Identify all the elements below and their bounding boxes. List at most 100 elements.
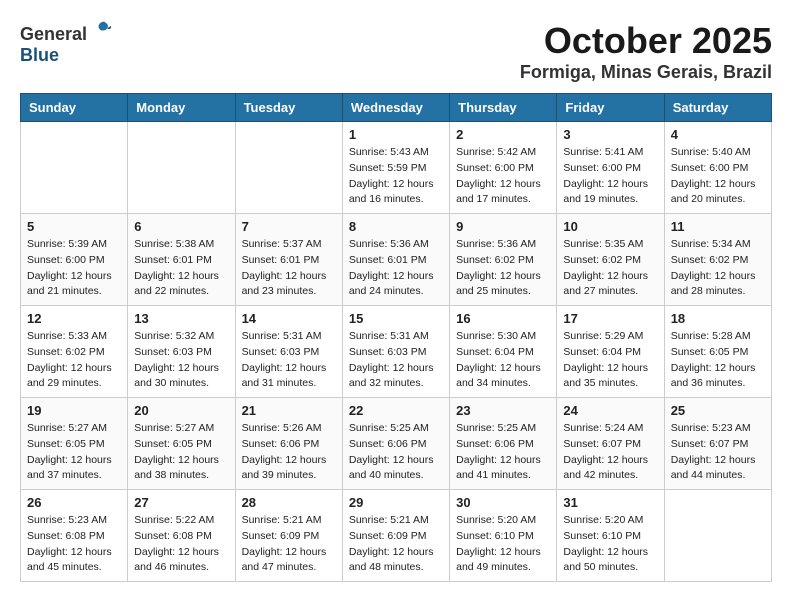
- calendar-cell: [235, 122, 342, 214]
- day-info: Sunrise: 5:27 AMSunset: 6:05 PMDaylight:…: [134, 421, 228, 484]
- day-info: Sunrise: 5:31 AMSunset: 6:03 PMDaylight:…: [242, 329, 336, 392]
- calendar-cell: 2Sunrise: 5:42 AMSunset: 6:00 PMDaylight…: [450, 122, 557, 214]
- calendar-cell: 12 Sunrise: 5:33 AMSunset: 6:02 PMDayligh…: [21, 306, 128, 398]
- day-info: Sunrise: 5:32 AMSunset: 6:03 PMDaylight:…: [134, 329, 228, 392]
- day-number: 6: [134, 219, 228, 234]
- day-number: 24: [563, 403, 657, 418]
- day-number: 27: [134, 495, 228, 510]
- calendar-cell: 7Sunrise: 5:37 AMSunset: 6:01 PMDaylight…: [235, 214, 342, 306]
- calendar-cell: [21, 122, 128, 214]
- calendar-cell: 9 Sunrise: 5:36 AMSunset: 6:02 PMDaylight…: [450, 214, 557, 306]
- calendar-cell: 1 Sunrise: 5:43 AMSunset: 5:59 PMDaylight…: [342, 122, 449, 214]
- day-number: 8: [349, 219, 443, 234]
- day-info: Sunrise: 5:20 AMSunset: 6:10 PMDaylight:…: [563, 513, 657, 576]
- header: General Blue October 2025 Formiga, Minas…: [20, 20, 772, 83]
- week-row-3: 12 Sunrise: 5:33 AMSunset: 6:02 PMDayligh…: [21, 306, 772, 398]
- weekday-header-friday: Friday: [557, 94, 664, 122]
- logo-bird-icon: [94, 20, 114, 40]
- day-info: Sunrise: 5:43 AMSunset: 5:59 PMDaylight:…: [349, 145, 443, 208]
- weekday-header-row: SundayMondayTuesdayWednesdayThursdayFrid…: [21, 94, 772, 122]
- weekday-header-wednesday: Wednesday: [342, 94, 449, 122]
- logo: General Blue: [20, 20, 114, 66]
- day-info: Sunrise: 5:21 AMSunset: 6:09 PMDaylight:…: [349, 513, 443, 576]
- day-info: Sunrise: 5:26 AMSunset: 6:06 PMDaylight:…: [242, 421, 336, 484]
- calendar-cell: 19Sunrise: 5:27 AMSunset: 6:05 PMDayligh…: [21, 398, 128, 490]
- weekday-header-saturday: Saturday: [664, 94, 771, 122]
- calendar-cell: 21 Sunrise: 5:26 AMSunset: 6:06 PMDayligh…: [235, 398, 342, 490]
- calendar-cell: 4Sunrise: 5:40 AMSunset: 6:00 PMDaylight…: [664, 122, 771, 214]
- month-title: October 2025: [520, 20, 772, 62]
- calendar-cell: 18 Sunrise: 5:28 AMSunset: 6:05 PMDayligh…: [664, 306, 771, 398]
- day-number: 5: [27, 219, 121, 234]
- day-info: Sunrise: 5:27 AMSunset: 6:05 PMDaylight:…: [27, 421, 121, 484]
- day-number: 11: [671, 219, 765, 234]
- day-info: Sunrise: 5:25 AMSunset: 6:06 PMDaylight:…: [349, 421, 443, 484]
- day-info: Sunrise: 5:39 AMSunset: 6:00 PMDaylight:…: [27, 237, 121, 300]
- calendar-cell: [128, 122, 235, 214]
- day-info: Sunrise: 5:24 AMSunset: 6:07 PMDaylight:…: [563, 421, 657, 484]
- day-number: 20: [134, 403, 228, 418]
- day-number: 10: [563, 219, 657, 234]
- day-info: Sunrise: 5:22 AMSunset: 6:08 PMDaylight:…: [134, 513, 228, 576]
- day-info: Sunrise: 5:29 AMSunset: 6:04 PMDaylight:…: [563, 329, 657, 392]
- week-row-1: 1 Sunrise: 5:43 AMSunset: 5:59 PMDaylight…: [21, 122, 772, 214]
- day-info: Sunrise: 5:21 AMSunset: 6:09 PMDaylight:…: [242, 513, 336, 576]
- day-number: 14: [242, 311, 336, 326]
- calendar-cell: 30 Sunrise: 5:20 AMSunset: 6:10 PMDayligh…: [450, 490, 557, 582]
- day-number: 13: [134, 311, 228, 326]
- day-info: Sunrise: 5:34 AMSunset: 6:02 PMDaylight:…: [671, 237, 765, 300]
- day-number: 26: [27, 495, 121, 510]
- day-info: Sunrise: 5:33 AMSunset: 6:02 PMDaylight:…: [27, 329, 121, 392]
- day-info: Sunrise: 5:30 AMSunset: 6:04 PMDaylight:…: [456, 329, 550, 392]
- day-number: 15: [349, 311, 443, 326]
- calendar-cell: 10 Sunrise: 5:35 AMSunset: 6:02 PMDayligh…: [557, 214, 664, 306]
- calendar-table: SundayMondayTuesdayWednesdayThursdayFrid…: [20, 93, 772, 582]
- calendar-cell: 23 Sunrise: 5:25 AMSunset: 6:06 PMDayligh…: [450, 398, 557, 490]
- day-number: 12: [27, 311, 121, 326]
- day-info: Sunrise: 5:25 AMSunset: 6:06 PMDaylight:…: [456, 421, 550, 484]
- day-number: 25: [671, 403, 765, 418]
- location-title: Formiga, Minas Gerais, Brazil: [520, 62, 772, 83]
- calendar-cell: 15 Sunrise: 5:31 AMSunset: 6:03 PMDayligh…: [342, 306, 449, 398]
- day-number: 28: [242, 495, 336, 510]
- day-info: Sunrise: 5:42 AMSunset: 6:00 PMDaylight:…: [456, 145, 550, 208]
- day-info: Sunrise: 5:36 AMSunset: 6:02 PMDaylight:…: [456, 237, 550, 300]
- calendar-cell: 20 Sunrise: 5:27 AMSunset: 6:05 PMDayligh…: [128, 398, 235, 490]
- day-info: Sunrise: 5:38 AMSunset: 6:01 PMDaylight:…: [134, 237, 228, 300]
- day-info: Sunrise: 5:35 AMSunset: 6:02 PMDaylight:…: [563, 237, 657, 300]
- calendar-cell: 13 Sunrise: 5:32 AMSunset: 6:03 PMDayligh…: [128, 306, 235, 398]
- calendar-cell: 6 Sunrise: 5:38 AMSunset: 6:01 PMDaylight…: [128, 214, 235, 306]
- day-info: Sunrise: 5:28 AMSunset: 6:05 PMDaylight:…: [671, 329, 765, 392]
- day-info: Sunrise: 5:20 AMSunset: 6:10 PMDaylight:…: [456, 513, 550, 576]
- day-number: 18: [671, 311, 765, 326]
- weekday-header-monday: Monday: [128, 94, 235, 122]
- day-number: 16: [456, 311, 550, 326]
- day-info: Sunrise: 5:23 AMSunset: 6:07 PMDaylight:…: [671, 421, 765, 484]
- day-number: 21: [242, 403, 336, 418]
- logo-blue: Blue: [20, 45, 59, 65]
- day-number: 3: [563, 127, 657, 142]
- week-row-2: 5 Sunrise: 5:39 AMSunset: 6:00 PMDaylight…: [21, 214, 772, 306]
- day-info: Sunrise: 5:31 AMSunset: 6:03 PMDaylight:…: [349, 329, 443, 392]
- day-number: 9: [456, 219, 550, 234]
- calendar-cell: 28 Sunrise: 5:21 AMSunset: 6:09 PMDayligh…: [235, 490, 342, 582]
- title-area: October 2025 Formiga, Minas Gerais, Braz…: [520, 20, 772, 83]
- day-info: Sunrise: 5:41 AMSunset: 6:00 PMDaylight:…: [563, 145, 657, 208]
- calendar-cell: 22Sunrise: 5:25 AMSunset: 6:06 PMDayligh…: [342, 398, 449, 490]
- calendar-cell: 11 Sunrise: 5:34 AMSunset: 6:02 PMDayligh…: [664, 214, 771, 306]
- day-info: Sunrise: 5:40 AMSunset: 6:00 PMDaylight:…: [671, 145, 765, 208]
- day-number: 17: [563, 311, 657, 326]
- week-row-4: 19Sunrise: 5:27 AMSunset: 6:05 PMDayligh…: [21, 398, 772, 490]
- day-number: 1: [349, 127, 443, 142]
- calendar-cell: 14 Sunrise: 5:31 AMSunset: 6:03 PMDayligh…: [235, 306, 342, 398]
- day-number: 7: [242, 219, 336, 234]
- weekday-header-sunday: Sunday: [21, 94, 128, 122]
- calendar-cell: 5 Sunrise: 5:39 AMSunset: 6:00 PMDaylight…: [21, 214, 128, 306]
- calendar-cell: 29Sunrise: 5:21 AMSunset: 6:09 PMDayligh…: [342, 490, 449, 582]
- calendar-cell: 17 Sunrise: 5:29 AMSunset: 6:04 PMDayligh…: [557, 306, 664, 398]
- day-number: 31: [563, 495, 657, 510]
- calendar-cell: 8Sunrise: 5:36 AMSunset: 6:01 PMDaylight…: [342, 214, 449, 306]
- calendar-cell: 3 Sunrise: 5:41 AMSunset: 6:00 PMDaylight…: [557, 122, 664, 214]
- day-number: 30: [456, 495, 550, 510]
- day-number: 23: [456, 403, 550, 418]
